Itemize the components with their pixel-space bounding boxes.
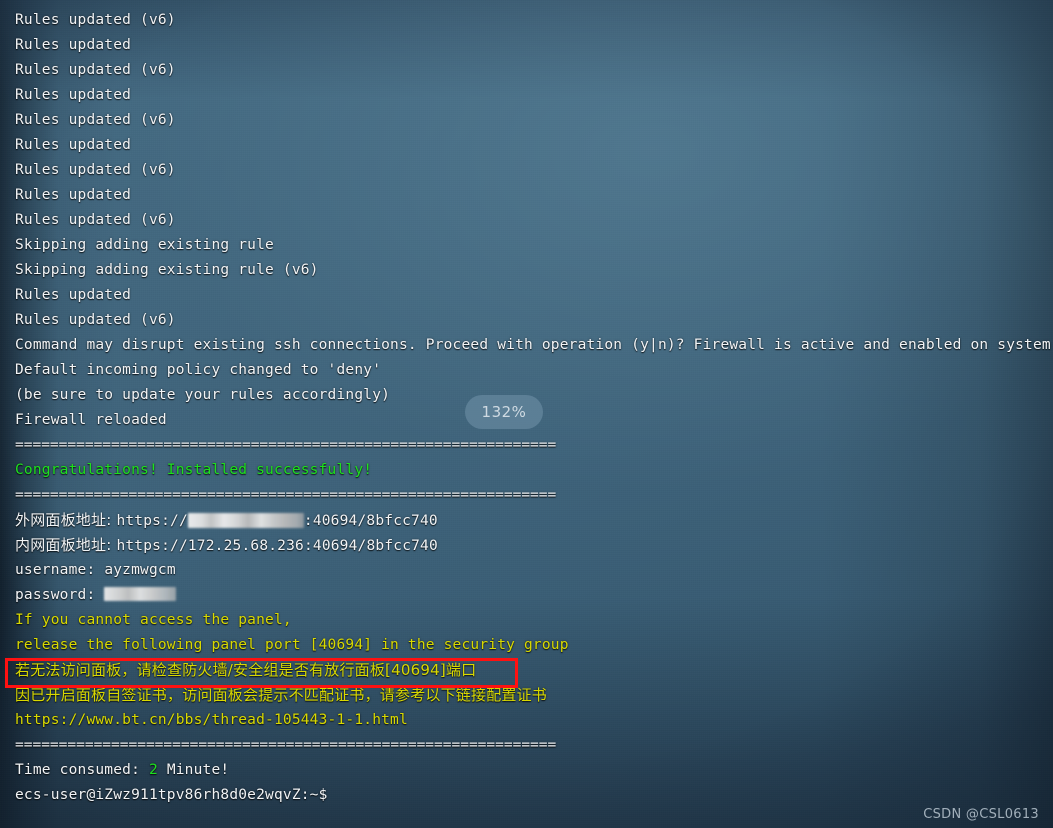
external-panel-address-line: 外网面板地址: https:// :40694/8bfcc740 <box>0 508 1053 533</box>
output-line: Rules updated (v6) <box>15 312 176 328</box>
output-line: Rules updated (v6) <box>15 12 176 28</box>
output-line: Rules updated <box>15 37 132 53</box>
username-label: username: <box>15 562 105 578</box>
csdn-watermark: CSDN @CSL0613 <box>923 807 1039 822</box>
time-consumed-label: Time consumed: <box>15 762 149 778</box>
output-line-ssh-warning: Command may disrupt existing ssh connect… <box>15 337 1053 353</box>
output-line: Rules updated <box>15 187 132 203</box>
output-line: Rules updated <box>15 137 132 153</box>
output-line: Rules updated (v6) <box>15 212 176 228</box>
output-line: Skipping adding existing rule (v6) <box>15 262 319 278</box>
time-consumed-line: Time consumed: 2 Minute! <box>0 758 1053 783</box>
terminal-window: Rules updated (v6) Rules updated Rules u… <box>0 0 1053 828</box>
external-url-prefix: https:// <box>116 513 188 529</box>
internal-panel-label: 内网面板地址: <box>15 536 117 554</box>
internal-panel-address-line: 内网面板地址: https://172.25.68.236:40694/8bfc… <box>0 533 1053 558</box>
output-line: Rules updated (v6) <box>15 162 176 178</box>
cannot-access-line-cn: 若无法访问面板，请检查防火墙/安全组是否有放行面板[40694]端口 <box>15 661 477 679</box>
username-line: username: ayzmwgcm <box>0 558 1053 583</box>
redacted-ip-block <box>187 512 304 528</box>
output-line: Skipping adding existing rule <box>15 237 274 253</box>
separator-line-bottom: ========================================… <box>15 737 557 753</box>
zoom-level-badge: 132% <box>465 395 543 429</box>
shell-prompt[interactable]: ecs-user@iZwz911tpv86rh8d0e2wqvZ:~$ <box>0 783 1053 808</box>
output-line: Rules updated (v6) <box>15 62 176 78</box>
certificate-help-url[interactable]: https://www.bt.cn/bbs/thread-105443-1-1.… <box>0 708 1053 733</box>
separator-line-mid: ========================================… <box>15 487 557 503</box>
password-label: password: <box>15 587 105 603</box>
time-consumed-value: 2 <box>148 762 158 778</box>
output-line-policy: Default incoming policy changed to 'deny… <box>15 362 382 378</box>
username-value: ayzmwgcm <box>104 562 176 578</box>
cannot-access-line-1: If you cannot access the panel, <box>15 612 292 628</box>
internal-panel-url[interactable]: https://172.25.68.236:40694/8bfcc740 <box>116 538 437 554</box>
certificate-warning-cn: 因已开启面板自签证书，访问面板会提示不匹配证书，请参考以下链接配置证书 <box>15 686 548 704</box>
output-line: Rules updated (v6) <box>15 112 176 128</box>
separator-line-top: ========================================… <box>15 437 557 453</box>
output-line: Rules updated <box>15 87 132 103</box>
redacted-password-block <box>104 587 177 601</box>
external-panel-label: 外网面板地址: <box>15 511 117 529</box>
cannot-access-line-2: release the following panel port [40694]… <box>15 637 569 653</box>
time-consumed-unit: Minute! <box>157 762 230 778</box>
output-line: Rules updated <box>15 287 132 303</box>
password-line: password: <box>0 583 1053 608</box>
congratulations-message: Congratulations! Installed successfully! <box>15 462 373 478</box>
external-url-suffix: :40694/8bfcc740 <box>303 513 438 529</box>
